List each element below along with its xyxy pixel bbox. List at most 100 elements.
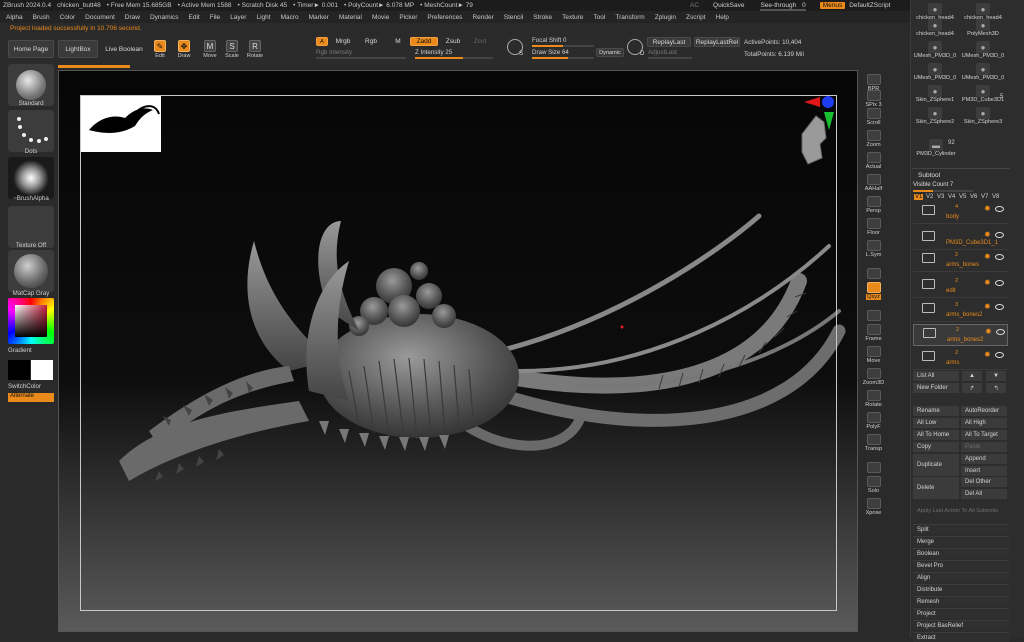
duplicate-button[interactable]: Duplicate [913, 454, 959, 476]
apply-last-action-button[interactable]: Apply Last Action To All Subtools [913, 506, 1009, 516]
section-extract[interactable]: Extract [913, 632, 1009, 642]
subtool-item[interactable]: 2 arms ✹ [913, 348, 1008, 370]
adjustlast-slider[interactable]: AdjustLast [648, 49, 692, 59]
paste-button[interactable]: Paste [961, 442, 1007, 452]
gear-icon[interactable]: ✹ [985, 327, 992, 336]
menu-preferences[interactable]: Preferences [427, 14, 462, 21]
xpose-button[interactable]: Xpose [861, 494, 886, 516]
menu-movie[interactable]: Movie [372, 14, 389, 21]
rgb-toggle[interactable]: Rgb [362, 37, 380, 46]
zsub-toggle[interactable]: Zsub [442, 37, 464, 46]
subtool-item[interactable]: 4 body ✹ [913, 202, 1008, 224]
zoom-button[interactable]: Zoom [861, 126, 886, 148]
version-tab-v8[interactable]: V8 [991, 194, 1000, 200]
transp-button[interactable]: Transp [861, 430, 886, 452]
menu-color[interactable]: Color [60, 14, 76, 21]
live-boolean-button[interactable]: Live Boolean [100, 40, 148, 58]
replaylast-button[interactable]: ReplayLast [647, 37, 691, 47]
tool-thumb-4[interactable]: ● UMesh_PM3D_0 [912, 40, 958, 64]
menu-texture[interactable]: Texture [562, 14, 583, 21]
eye-icon[interactable] [995, 206, 1004, 212]
section-boolean[interactable]: Boolean [913, 548, 1009, 558]
eye-icon[interactable] [995, 280, 1004, 286]
copy-button[interactable]: Copy [913, 442, 959, 452]
eye-icon[interactable] [995, 232, 1004, 238]
lightbox-button[interactable]: LightBox [58, 40, 98, 58]
m-toggle[interactable]: M [392, 37, 404, 46]
section-project-basrelief[interactable]: Project BasRelief [913, 620, 1009, 630]
menu-stencil[interactable]: Stencil [504, 14, 524, 21]
rotate-button[interactable]: Rotate [861, 386, 886, 408]
menu-file[interactable]: File [210, 14, 220, 21]
section-split[interactable]: Split [913, 524, 1009, 534]
version-tab-v5[interactable]: V5 [958, 194, 967, 200]
scroll-button[interactable]: Scroll [861, 104, 886, 126]
all-to-target-button[interactable]: All To Target [961, 430, 1007, 440]
switchcolor-button[interactable]: SwitchColor [8, 383, 54, 390]
zadd-toggle[interactable]: Zadd [410, 37, 438, 46]
visible-count-slider[interactable]: Visible Count 7 [913, 182, 973, 192]
persp-button[interactable]: Persp [861, 192, 886, 214]
secondary-color-swatch[interactable] [31, 360, 53, 380]
subtool-item[interactable]: 2 edit ✹ [913, 276, 1008, 298]
lsym-button[interactable]: L.Sym [861, 236, 886, 258]
navigator-thumbnail[interactable] [81, 96, 161, 152]
menu-help[interactable]: Help [716, 14, 729, 21]
home-page-button[interactable]: Home Page [8, 40, 54, 58]
tool-thumb-6[interactable]: ● UMesh_PM3D_0 [912, 62, 958, 86]
subtool-item[interactable]: 2 arms_bones2 ✹ [913, 324, 1008, 346]
replaylastrel-button[interactable]: ReplayLastRel [694, 37, 740, 47]
menu-picker[interactable]: Picker [399, 14, 417, 21]
section-merge[interactable]: Merge [913, 536, 1009, 546]
arrow-right-button[interactable]: ↱ [962, 383, 982, 393]
menu-brush[interactable]: Brush [33, 14, 50, 21]
all-high-button[interactable]: All High [961, 418, 1007, 428]
tool-thumb-2[interactable]: ● chicken_head4 [912, 18, 958, 42]
tool-thumb-8[interactable]: ● Skin_ZSphere1 [912, 84, 958, 108]
lock-button[interactable] [861, 258, 886, 280]
gear-icon[interactable]: ✹ [984, 278, 991, 287]
gear-icon[interactable]: ✹ [984, 302, 991, 311]
section-align[interactable]: Align [913, 572, 1009, 582]
eye-icon[interactable] [995, 352, 1004, 358]
alpha-tile[interactable] [8, 157, 54, 199]
menu-tool[interactable]: Tool [593, 14, 605, 21]
list-all-button[interactable]: List All [913, 371, 959, 381]
eye-icon[interactable] [995, 254, 1004, 260]
mrgb-toggle[interactable]: Mrgb [332, 37, 354, 46]
menu-render[interactable]: Render [472, 14, 493, 21]
menus-button[interactable]: Menus [819, 2, 846, 9]
a-toggle[interactable]: A [316, 37, 328, 46]
subtool-header[interactable]: Subtool [918, 172, 940, 179]
version-tab-v1[interactable]: V1 [914, 194, 924, 200]
menu-zscript[interactable]: Zscript [686, 14, 706, 21]
scale-button[interactable]: S Scale [222, 37, 242, 59]
subtool-item[interactable]: 2 arms_bones ✹ [913, 250, 1008, 272]
gear-icon[interactable]: ✹ [984, 252, 991, 261]
menu-document[interactable]: Document [85, 14, 115, 21]
move-down-button[interactable]: ▼ [986, 371, 1006, 381]
polyf-button[interactable]: PolyF [861, 408, 886, 430]
eye-icon[interactable] [996, 329, 1005, 335]
menu-transform[interactable]: Transform [615, 14, 644, 21]
menu-layer[interactable]: Layer [230, 14, 246, 21]
move-up-button[interactable]: ▲ [962, 371, 982, 381]
menu-edit[interactable]: Edit [189, 14, 200, 21]
version-tab-v4[interactable]: V4 [947, 194, 956, 200]
draw-button[interactable]: ✥ Draw [174, 37, 194, 59]
dynamic-button[interactable]: Dynamic [596, 48, 624, 57]
tool-thumb-3[interactable]: ● PolyMesh3D [960, 18, 1006, 42]
menu-material[interactable]: Material [339, 14, 362, 21]
all-low-button[interactable]: All Low [913, 418, 959, 428]
floor-button[interactable]: Floor [861, 214, 886, 236]
menu-zplugin[interactable]: Zplugin [655, 14, 676, 21]
subtool-item[interactable]: PM3D_Cube3D1_1 ✹ [913, 228, 1008, 250]
section-remesh[interactable]: Remesh [913, 596, 1009, 606]
del-other-button[interactable]: Del Other [961, 477, 1007, 487]
z-intensity-slider[interactable]: Z Intensity 25 [415, 49, 493, 59]
gear-icon[interactable]: ✹ [984, 204, 991, 213]
actual-button[interactable]: Actual [861, 148, 886, 170]
section-bevel-pro[interactable]: Bevel Pro [913, 560, 1009, 570]
seethrough-slider[interactable]: See-through 0 [760, 2, 807, 11]
gear-icon[interactable]: ✹ [984, 350, 991, 359]
